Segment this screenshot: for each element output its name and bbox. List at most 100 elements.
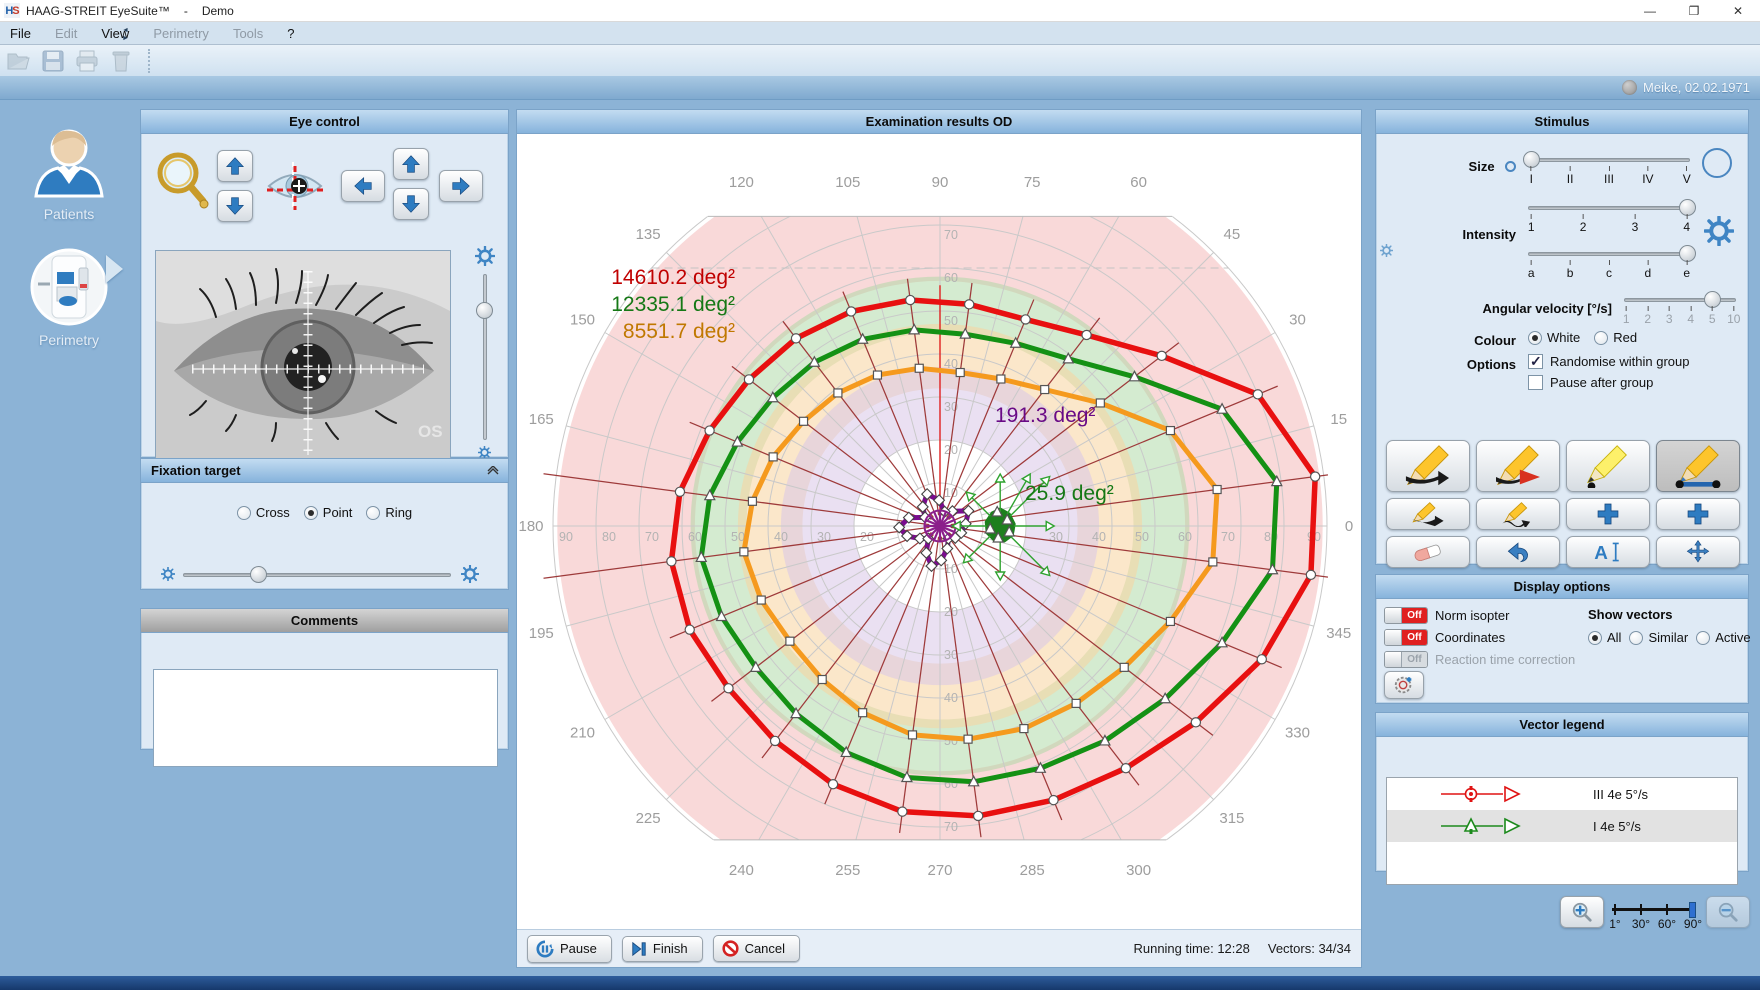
size-slider[interactable]: IIIIIIIVV — [1528, 152, 1690, 186]
maximize-button[interactable]: ❐ — [1672, 0, 1716, 22]
zoom-out-button[interactable] — [1706, 896, 1750, 928]
checkbox-box — [1528, 354, 1543, 369]
options-checkbox-group: Randomise within group Pause after group — [1528, 354, 1689, 396]
radio-white[interactable]: White — [1528, 330, 1580, 345]
checkbox-randomise-within-group[interactable]: Randomise within group — [1528, 354, 1689, 369]
minimize-button[interactable]: — — [1628, 0, 1672, 22]
sidebar-item-patients[interactable]: Patients — [0, 118, 138, 222]
cancel-button[interactable]: Cancel — [713, 935, 800, 962]
window-title-separator: - — [184, 4, 188, 18]
sidebar-flyout-arrow[interactable] — [106, 255, 123, 283]
slider-knob[interactable] — [476, 302, 493, 319]
eraser-button[interactable] — [1386, 536, 1470, 568]
radio-similar[interactable]: Similar — [1629, 630, 1688, 645]
gear-icon[interactable] — [475, 246, 495, 266]
gear-icon[interactable] — [161, 567, 175, 581]
gear-icon[interactable] — [461, 565, 479, 583]
zoom-tick — [1614, 904, 1616, 915]
gear-icon[interactable] — [1380, 244, 1393, 257]
move-button[interactable] — [1656, 536, 1740, 568]
eye-left-button[interactable] — [341, 170, 385, 202]
menu-file[interactable]: File — [10, 26, 31, 41]
cancel-icon — [722, 940, 739, 957]
save-icon[interactable] — [40, 49, 66, 73]
radio-all[interactable]: All — [1588, 630, 1621, 645]
comments-header: Comments — [141, 609, 508, 633]
radio-dot — [1629, 631, 1643, 645]
camera-brightness-slider[interactable] — [471, 244, 497, 474]
angular-velocity-slider[interactable]: 1234510 — [1624, 292, 1736, 326]
perimetry-chart[interactable]: 0153045607590105120135150165180195210225… — [517, 134, 1361, 916]
radio-red[interactable]: Red — [1594, 330, 1637, 345]
angle-label-0: 0 — [1345, 518, 1353, 535]
area-label: 191.3 deg² — [995, 404, 1095, 427]
draw-point-button[interactable] — [1566, 440, 1650, 492]
radio-active[interactable]: Active — [1696, 630, 1750, 645]
toggle-switch: Off — [1384, 629, 1428, 646]
comments-panel: Comments — [140, 608, 509, 750]
tick-V: V — [1683, 166, 1691, 186]
comments-textarea[interactable] — [153, 669, 498, 767]
radio-point[interactable]: Point — [304, 505, 353, 520]
menu-help[interactable]: ? — [287, 26, 294, 41]
checkbox-pause-after-group[interactable]: Pause after group — [1528, 375, 1689, 390]
zoom-in-button[interactable] — [1560, 896, 1604, 928]
zoom-tick-label: 30° — [1632, 917, 1650, 931]
intensity-slider-coarse[interactable]: 1234 — [1528, 200, 1690, 234]
menu-perimetry[interactable]: Perimetry — [153, 26, 209, 41]
magnifier-icon[interactable] — [151, 148, 213, 214]
small-vector-button[interactable] — [1386, 498, 1470, 530]
close-button[interactable]: ✕ — [1716, 0, 1760, 22]
eye-right-button[interactable] — [439, 170, 483, 202]
tick-5: 5 — [1709, 306, 1716, 326]
angle-label-135: 135 — [636, 226, 661, 243]
undo-button[interactable] — [1476, 536, 1560, 568]
svg-text:70: 70 — [1221, 530, 1235, 544]
eye-crosshair-icon[interactable] — [263, 160, 327, 212]
svg-text:50: 50 — [1135, 530, 1149, 544]
radio-dot — [1588, 631, 1602, 645]
fixation-size-slider[interactable] — [183, 567, 451, 601]
zoom-range-slider[interactable]: 1°30°60°90° — [1612, 900, 1698, 940]
checkbox-box — [1528, 375, 1543, 390]
intensity-gear-icon[interactable] — [1704, 216, 1734, 246]
zoom-slider-knob[interactable] — [1689, 902, 1696, 918]
draw-vector-red-button[interactable] — [1476, 440, 1560, 492]
legend-row[interactable]: I 4e 5°/s — [1387, 810, 1737, 842]
panel-collapse-grip[interactable]: ◄► — [122, 28, 129, 42]
print-icon[interactable] — [74, 49, 100, 73]
open-icon[interactable] — [6, 49, 32, 73]
tick-c: c — [1606, 260, 1612, 280]
slider-knob[interactable] — [250, 566, 267, 583]
radio-ring[interactable]: Ring — [366, 505, 412, 520]
legend-row[interactable]: III 4e 5°/s — [1387, 778, 1737, 810]
display-toggle-group: OffNorm isopterOffCoordinatesOffReaction… — [1384, 607, 1575, 673]
norm-isopter-tool-button[interactable] — [1384, 671, 1424, 699]
zoom-tick-label: 1° — [1609, 917, 1620, 931]
eye-up-button[interactable] — [217, 150, 253, 182]
collapse-chevron-icon[interactable] — [486, 466, 500, 476]
add-isopter-button[interactable] — [1656, 498, 1740, 530]
delete-icon[interactable] — [108, 49, 134, 73]
pause-button[interactable]: Pause — [527, 935, 612, 963]
menu-tools[interactable]: Tools — [233, 26, 263, 41]
patient-avatar-icon — [1622, 80, 1637, 95]
toggle-coordinates[interactable]: OffCoordinates — [1384, 629, 1575, 646]
intensity-slider-fine[interactable]: abcde — [1528, 246, 1690, 280]
radio-dot — [1594, 331, 1608, 345]
menu-edit[interactable]: Edit — [55, 26, 77, 41]
add-vector-button[interactable] — [1566, 498, 1650, 530]
small-curve-vector-button[interactable] — [1476, 498, 1560, 530]
eye-down-button[interactable] — [217, 190, 253, 222]
radio-cross[interactable]: Cross — [237, 505, 290, 520]
draw-vector-black-button[interactable] — [1386, 440, 1470, 492]
main-toolbar — [0, 45, 1760, 76]
toggle-switch: Off — [1384, 651, 1428, 668]
stimulus-panel: Stimulus Size IIIIIIIVV 1234 Intensity a… — [1375, 109, 1749, 565]
eye-down2-button[interactable] — [393, 188, 429, 220]
draw-segment-button[interactable] — [1656, 440, 1740, 492]
toggle-norm-isopter[interactable]: OffNorm isopter — [1384, 607, 1575, 624]
eye-up2-button[interactable] — [393, 148, 429, 180]
finish-button[interactable]: Finish — [622, 936, 703, 962]
text-label-button[interactable]: A — [1566, 536, 1650, 568]
